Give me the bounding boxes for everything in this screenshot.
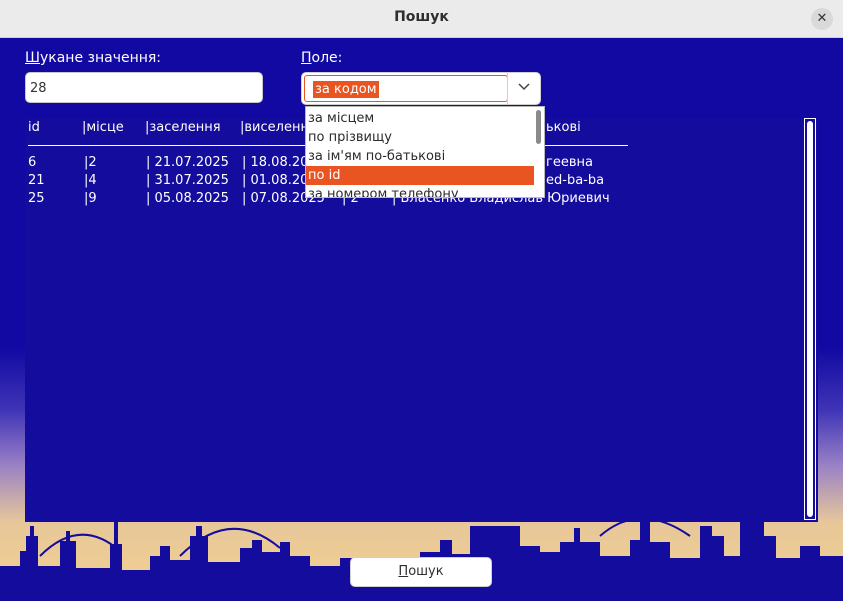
title-bar: Пошук ✕ bbox=[0, 0, 843, 38]
field-combobox[interactable]: за кодом bbox=[301, 72, 541, 105]
table-cell: |4 bbox=[84, 173, 97, 188]
dropdown-option[interactable]: за ім'ям по-батькові bbox=[306, 147, 534, 166]
table-cell: | 05.08.2025 bbox=[146, 191, 229, 206]
field-dropdown-list: за місцем по прізвищу за ім'ям по-батько… bbox=[305, 106, 545, 198]
close-button[interactable]: ✕ bbox=[811, 8, 833, 30]
field-selected-value: за кодом bbox=[313, 81, 379, 98]
column-header-id: id bbox=[28, 120, 40, 135]
table-cell: | 31.07.2025 bbox=[146, 173, 229, 188]
table-cell: 21 bbox=[28, 173, 45, 188]
column-header-patronymic: ькові bbox=[546, 120, 581, 135]
table-cell: | 01.08.20 bbox=[242, 173, 309, 188]
scrollbar-thumb[interactable] bbox=[807, 121, 813, 517]
table-cell: |9 bbox=[84, 191, 97, 206]
table-cell: | 21.07.2025 bbox=[146, 155, 229, 170]
field-combobox-text[interactable]: за кодом bbox=[304, 75, 508, 102]
column-header-place: |місце bbox=[82, 120, 124, 135]
dialog-content: Шукане значення: 28 Поле: за кодом id |м… bbox=[0, 38, 843, 601]
search-value-label: Шукане значення: bbox=[25, 50, 162, 66]
table-cell: |2 bbox=[84, 155, 97, 170]
dropdown-option[interactable]: по прізвищу bbox=[306, 128, 534, 147]
dropdown-option-selected[interactable]: по id bbox=[306, 166, 534, 185]
table-cell: ed-ba-ba bbox=[546, 173, 605, 188]
search-input[interactable]: 28 bbox=[25, 72, 263, 103]
table-cell: 25 bbox=[28, 191, 45, 206]
column-header-checkin: |заселення bbox=[145, 120, 221, 135]
table-cell: 6 bbox=[28, 155, 37, 170]
search-button[interactable]: Пошук bbox=[350, 557, 492, 587]
dropdown-scrollbar[interactable] bbox=[536, 110, 541, 144]
search-dialog: Пошук ✕ Шукане значення: 28 Поле: за код… bbox=[0, 0, 843, 601]
table-cell: геевна bbox=[546, 155, 593, 170]
table-cell: | 18.08.20 bbox=[242, 155, 309, 170]
chevron-down-icon bbox=[518, 83, 530, 91]
combobox-toggle[interactable] bbox=[507, 73, 540, 104]
dropdown-option[interactable]: за місцем bbox=[306, 109, 534, 128]
results-scrollbar[interactable] bbox=[804, 118, 816, 520]
dropdown-option[interactable]: за номером телефону bbox=[306, 185, 534, 197]
field-label: Поле: bbox=[301, 50, 343, 66]
close-icon: ✕ bbox=[816, 11, 828, 26]
window-title: Пошук bbox=[394, 9, 449, 25]
